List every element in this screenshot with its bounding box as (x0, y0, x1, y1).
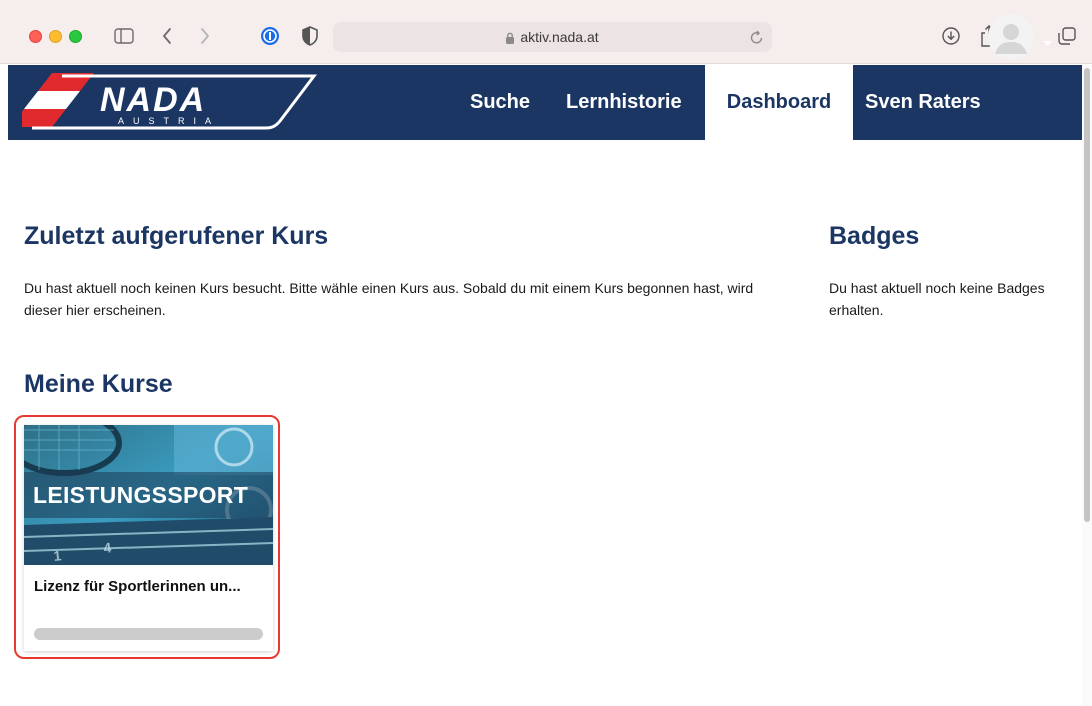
browser-toolbar: aktiv.nada.at (0, 0, 1092, 64)
nada-logo[interactable]: NADA AUSTRIA (10, 73, 318, 136)
badges-text: Du hast aktuell noch keine Badges erhalt… (829, 280, 1045, 318)
recent-course-text: Du hast aktuell noch keinen Kurs besucht… (24, 280, 754, 318)
nav-search[interactable]: Suche (470, 65, 530, 140)
user-menu-name[interactable]: Sven Raters (865, 65, 981, 140)
scrollbar-thumb[interactable] (1084, 68, 1090, 522)
course-title[interactable]: Lizenz für Sportlerinnen un... (34, 578, 266, 595)
course-image-label: LEISTUNGSSPORT (33, 482, 249, 508)
reload-icon[interactable] (750, 29, 764, 50)
password-manager-icon[interactable] (257, 23, 283, 49)
minimize-window-button[interactable] (49, 30, 62, 43)
zoom-window-button[interactable] (69, 30, 82, 43)
downloads-icon[interactable] (938, 23, 964, 49)
course-card[interactable]: 1 4 LEISTUNGSSPORT Lizenz für Sportlerin… (24, 425, 273, 651)
chevron-down-icon[interactable] (1043, 34, 1052, 52)
user-avatar[interactable] (988, 14, 1034, 60)
recent-course-heading: Zuletzt aufgerufener Kurs (24, 222, 329, 250)
logo-text: NADA (100, 81, 206, 119)
site-navbar: NADA AUSTRIA Suche Lernhistorie Dashboar… (8, 65, 1082, 140)
privacy-shield-icon[interactable] (297, 23, 323, 49)
back-icon[interactable] (154, 23, 180, 49)
logo-subtext: AUSTRIA (118, 116, 220, 126)
nav-dashboard[interactable]: Dashboard (705, 65, 853, 140)
badges-heading: Badges (829, 222, 920, 250)
nav-learning-history[interactable]: Lernhistorie (566, 65, 682, 140)
forward-icon[interactable] (192, 23, 218, 49)
url-text: aktiv.nada.at (520, 29, 599, 45)
course-image: 1 4 LEISTUNGSSPORT (24, 425, 273, 565)
sidebar-toggle-icon[interactable] (111, 23, 137, 49)
tab-overview-icon[interactable] (1054, 23, 1080, 49)
course-progress-bar (34, 628, 263, 640)
address-bar[interactable]: aktiv.nada.at (333, 22, 772, 52)
close-window-button[interactable] (29, 30, 42, 43)
my-courses-heading: Meine Kurse (24, 370, 173, 398)
